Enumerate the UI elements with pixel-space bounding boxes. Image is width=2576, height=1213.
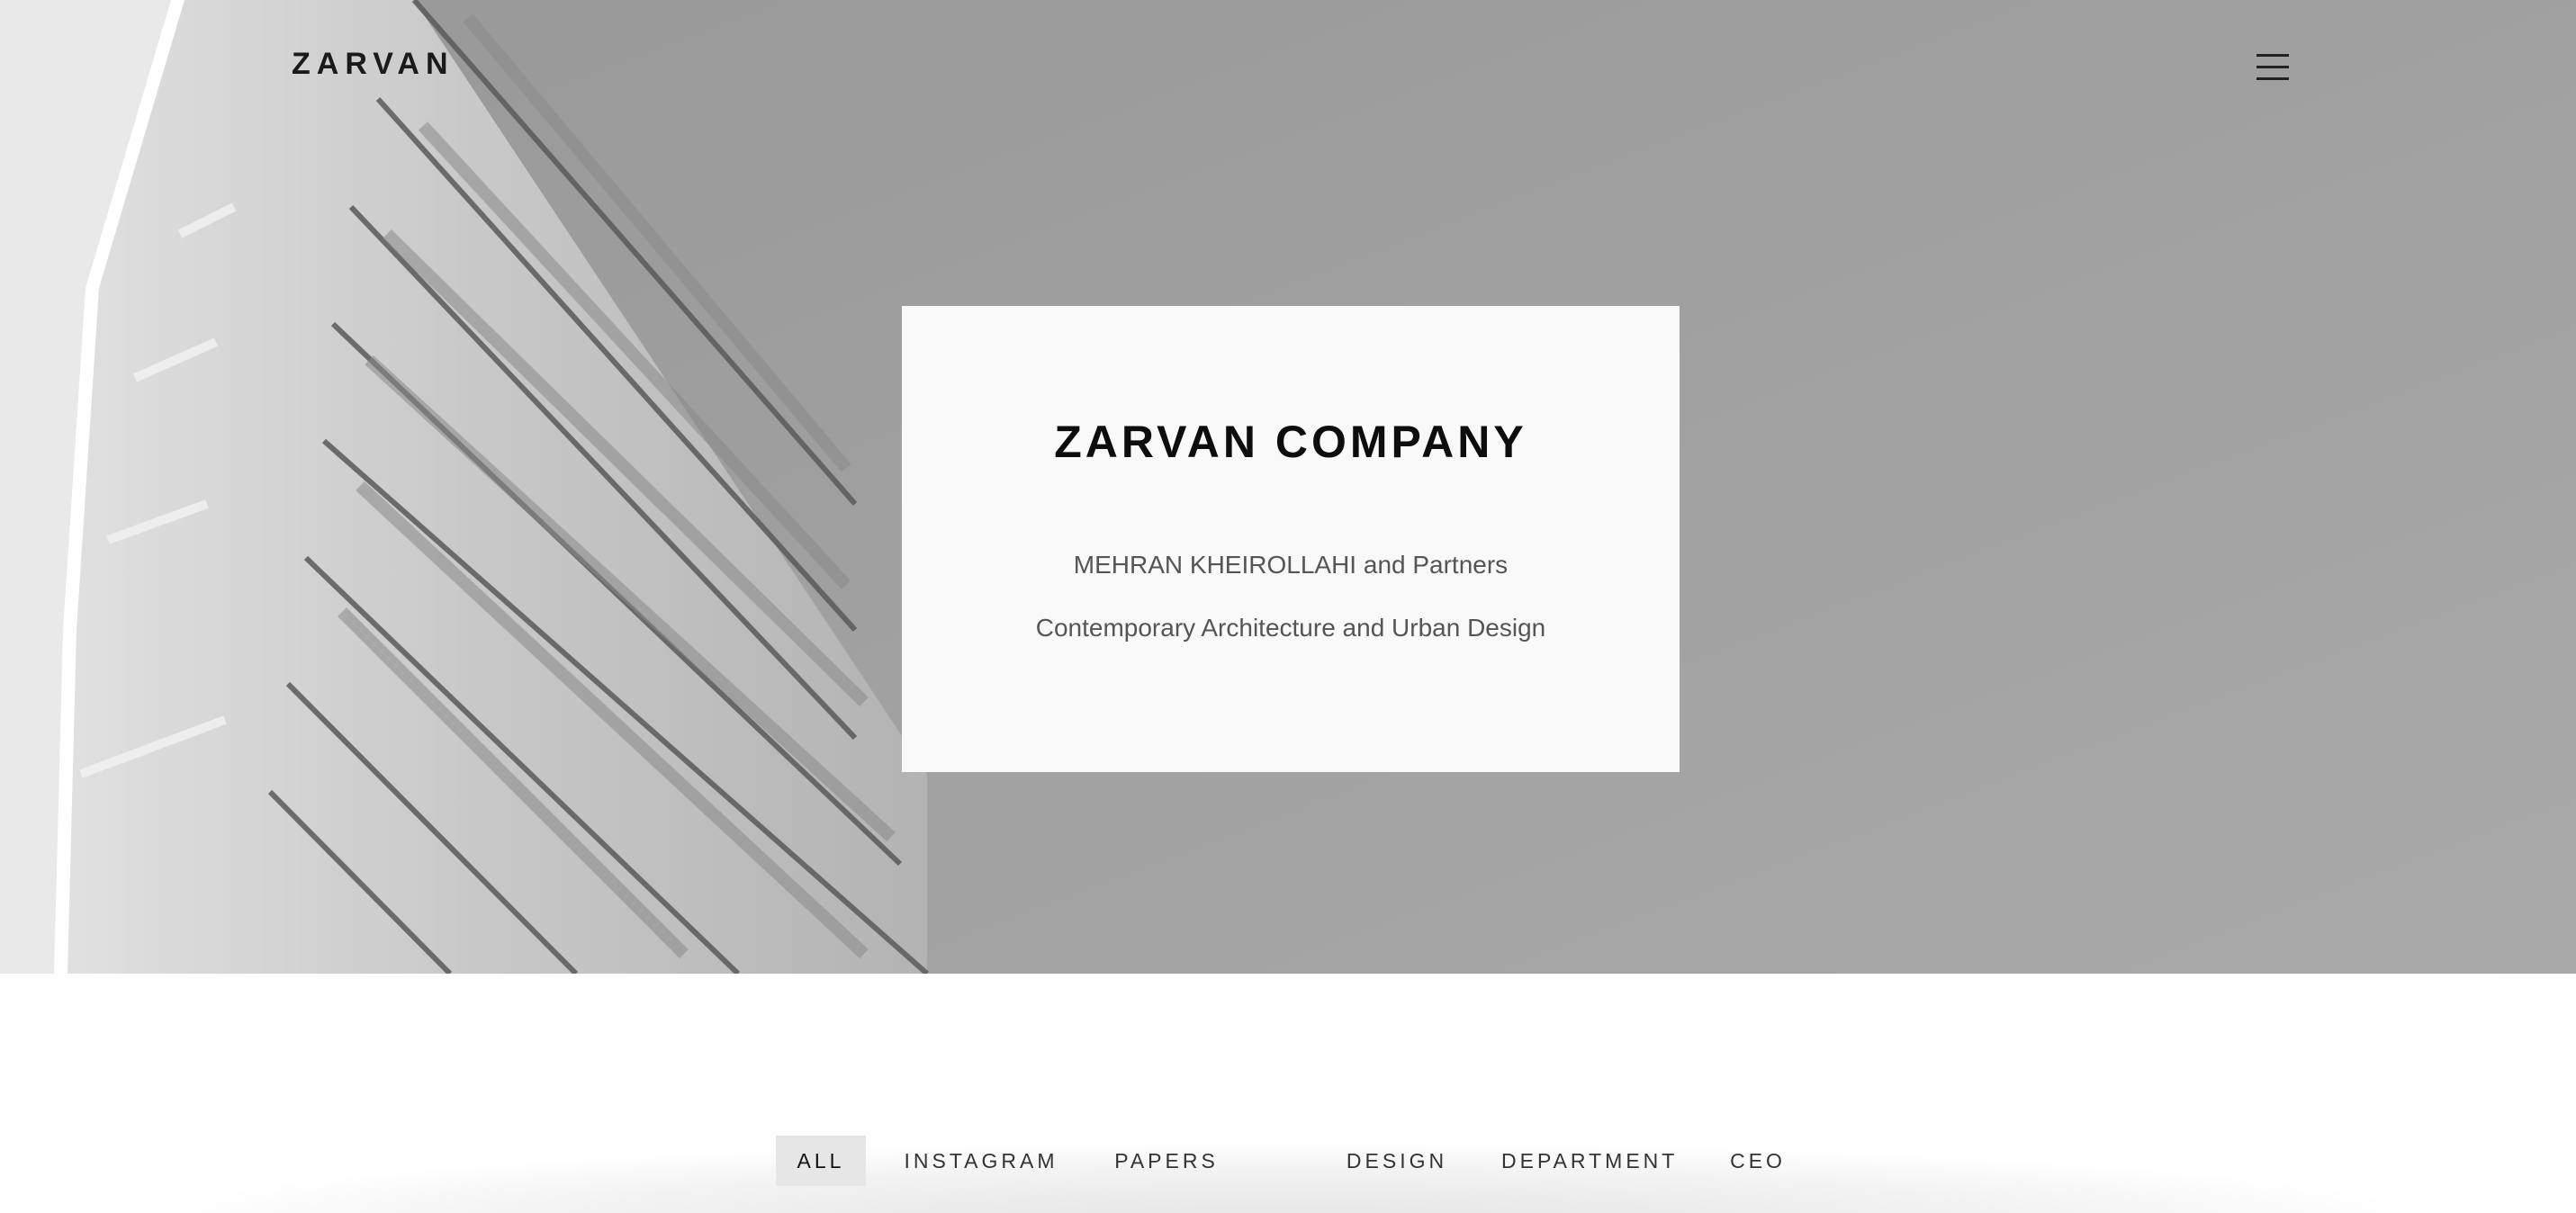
tagline-text: Contemporary Architecture and Urban Desi… bbox=[1035, 614, 1546, 642]
menu-line bbox=[2256, 66, 2289, 68]
filter-ceo[interactable]: CEO bbox=[1726, 1136, 1789, 1186]
filter-design[interactable]: DESIGN bbox=[1341, 1136, 1453, 1186]
hero-section: ZARVAN ZARVAN COMPANY MEHRAN KHEIROLLAHI… bbox=[0, 0, 2576, 974]
filter-department[interactable]: DEPARTMENT bbox=[1501, 1136, 1674, 1186]
brand-logo[interactable]: ZARVAN bbox=[292, 47, 455, 82]
menu-line bbox=[2256, 54, 2289, 57]
intro-card: ZARVAN COMPANY MEHRAN KHEIROLLAHI and Pa… bbox=[902, 306, 1680, 772]
menu-line bbox=[2256, 77, 2289, 80]
partners-text: MEHRAN KHEIROLLAHI and Partners bbox=[1073, 551, 1509, 579]
filter-instagram[interactable]: INSTAGRAM bbox=[904, 1136, 1058, 1186]
company-title: ZARVAN COMPANY bbox=[1054, 417, 1527, 467]
portfolio-filter-bar: ALL INSTAGRAM PAPERS DESIGN DEPARTMENT C… bbox=[0, 1136, 2576, 1186]
filter-papers[interactable]: PAPERS bbox=[1111, 1136, 1222, 1186]
filter-all[interactable]: ALL bbox=[776, 1136, 866, 1186]
hamburger-menu-icon[interactable] bbox=[2254, 52, 2293, 83]
